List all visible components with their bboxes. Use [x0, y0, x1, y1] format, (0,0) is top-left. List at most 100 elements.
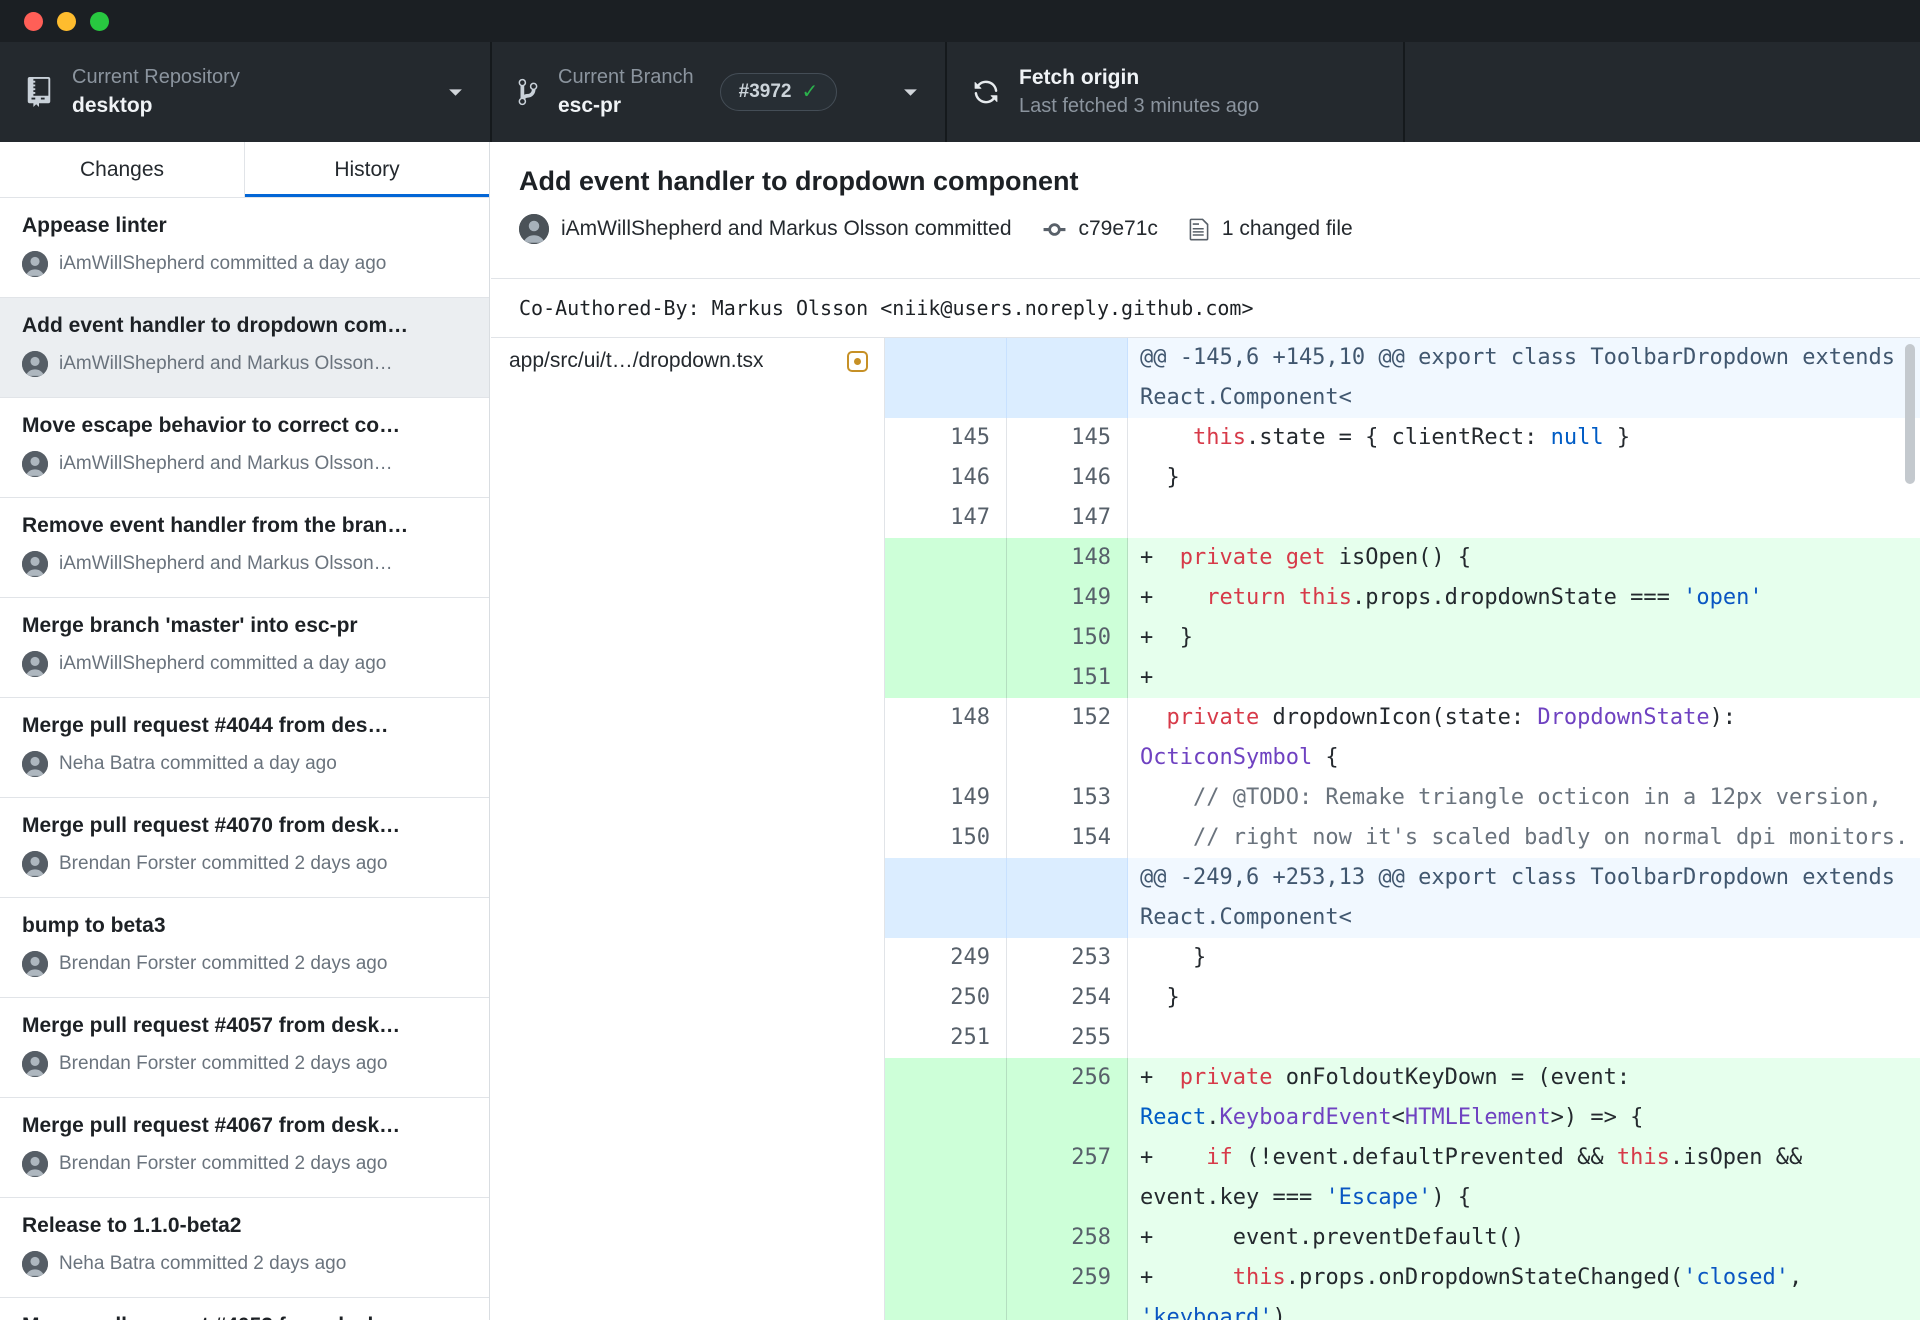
close-window-button[interactable] — [24, 11, 43, 31]
commit-list-item[interactable]: Merge branch 'master' into esc-pr iAmWill… — [0, 598, 489, 698]
diff-gutter-new: 145 — [1007, 418, 1128, 458]
avatar — [22, 251, 48, 277]
commit-description: Co-Authored-By: Markus Olsson <niik@user… — [491, 279, 1920, 338]
tab-history[interactable]: History — [244, 142, 489, 197]
diff-line: 151 + — [885, 658, 1920, 698]
commit-list-item[interactable]: Move escape behavior to correct co… iAmWi… — [0, 398, 489, 498]
fetch-origin-button[interactable]: Fetch origin Last fetched 3 minutes ago — [945, 42, 1405, 142]
diff-code: + — [1128, 658, 1920, 698]
sync-icon — [973, 79, 999, 105]
commit-item-meta: iAmWillShepherd and Markus Olsson… — [22, 451, 467, 477]
tab-changes[interactable]: Changes — [0, 142, 244, 197]
diff-line: 148 152 private dropdownIcon(state: Dropd… — [885, 698, 1920, 778]
diff-gutter-new: 147 — [1007, 498, 1128, 538]
commit-item-title: Merge pull request #4067 from desk… — [22, 1114, 401, 1137]
commit-item-title: bump to beta3 — [22, 914, 166, 937]
diff-code: + private get isOpen() { — [1128, 538, 1920, 578]
diff-line: 250 254 } — [885, 978, 1920, 1018]
commit-item-meta-text: Brendan Forster committed 2 days ago — [59, 953, 388, 974]
avatar — [22, 1051, 48, 1077]
diff-gutter-old: 250 — [885, 978, 1007, 1018]
commit-sha: c79e71c — [1078, 217, 1158, 240]
diff-line: 145 145 this.state = { clientRect: null } — [885, 418, 1920, 458]
repo-icon — [26, 77, 52, 107]
diff-code — [1128, 498, 1920, 538]
traffic-lights — [24, 11, 109, 31]
commit-list-item[interactable]: bump to beta3 Brendan Forster committed 2… — [0, 898, 489, 998]
diff-gutter-new: 253 — [1007, 938, 1128, 978]
commit-title: Add event handler to dropdown component — [519, 166, 1079, 196]
diff-gutter-old — [885, 1258, 1007, 1320]
avatar — [22, 951, 48, 977]
diff-gutter-new: 259 — [1007, 1258, 1128, 1320]
diff-gutter-old: 249 — [885, 938, 1007, 978]
commit-list-item[interactable]: Merge pull request #4070 from desk… Brend… — [0, 798, 489, 898]
tab-bar: Changes History — [0, 142, 489, 198]
avatar — [22, 851, 48, 877]
branch-label: Current Branch — [558, 66, 694, 88]
diff-code: @@ -249,6 +253,13 @@ export class Toolba… — [1128, 858, 1920, 938]
avatar — [22, 551, 48, 577]
diff-gutter-old — [885, 338, 1007, 418]
diff-code: + this.props.onDropdownStateChanged('clo… — [1128, 1258, 1920, 1320]
diff-gutter-new — [1007, 858, 1128, 938]
diff-code: + private onFoldoutKeyDown = (event: Rea… — [1128, 1058, 1920, 1138]
diff-gutter-old: 145 — [885, 418, 1007, 458]
commit-list-item[interactable]: Merge pull request #4044 from des… Neha B… — [0, 698, 489, 798]
avatar — [22, 751, 48, 777]
diff-code: this.state = { clientRect: null } — [1128, 418, 1920, 458]
diff-code: + if (!event.defaultPrevented && this.is… — [1128, 1138, 1920, 1218]
changed-files-count: 1 changed file — [1221, 217, 1353, 240]
repository-label: Current Repository — [72, 66, 240, 88]
commit-item-meta-text: Brendan Forster committed 2 days ago — [59, 1053, 388, 1074]
avatar — [22, 451, 48, 477]
repository-picker-button[interactable]: Current Repository desktop — [0, 42, 490, 142]
diff-code: + event.preventDefault() — [1128, 1218, 1920, 1258]
commit-list-item[interactable]: Add event handler to dropdown com… iAmWil… — [0, 298, 489, 398]
commit-list-item[interactable]: Merge pull request #4067 from desk… Brend… — [0, 1098, 489, 1198]
commit-list-item[interactable]: Release to 1.1.0-beta2 Neha Batra committ… — [0, 1198, 489, 1298]
file-row[interactable]: app/src/ui/t…/dropdown.tsx — [491, 338, 884, 384]
diff-code: // @TODO: Remake triangle octicon in a 1… — [1128, 778, 1920, 818]
diff-gutter-new: 154 — [1007, 818, 1128, 858]
pr-number: #3972 — [738, 81, 792, 102]
diff-line: 147 147 — [885, 498, 1920, 538]
commit-list-item[interactable]: Merge pull request #4057 from desk… Brend… — [0, 998, 489, 1098]
diff-gutter-old — [885, 1058, 1007, 1138]
commit-list: Appease linter iAmWillShepherd committed … — [0, 198, 489, 1320]
commit-item-title: Appease linter — [22, 214, 167, 237]
commit-item-meta-text: iAmWillShepherd and Markus Olsson… — [59, 353, 393, 374]
fetch-title: Fetch origin — [1019, 66, 1140, 89]
diff-rows: @@ -145,6 +145,10 @@ export class Toolba… — [885, 338, 1920, 1320]
diff-hunk-header: @@ -145,6 +145,10 @@ export class Toolba… — [885, 338, 1920, 418]
commit-item-title: Merge pull request #4070 from desk… — [22, 814, 401, 837]
diff-gutter-new: 257 — [1007, 1138, 1128, 1218]
diff-gutter-new: 254 — [1007, 978, 1128, 1018]
diff-gutter-old — [885, 538, 1007, 578]
commit-item-meta-text: iAmWillShepherd and Markus Olsson… — [59, 453, 393, 474]
diff-line: 149 153 // @TODO: Remake triangle octicon… — [885, 778, 1920, 818]
diff-gutter-old: 147 — [885, 498, 1007, 538]
diff-gutter-new: 151 — [1007, 658, 1128, 698]
changed-files-icon — [1188, 217, 1210, 242]
diff-code: } — [1128, 978, 1920, 1018]
file-panel: app/src/ui/t…/dropdown.tsx — [491, 338, 885, 1320]
pr-number-badge[interactable]: #3972 ✓ — [719, 73, 838, 111]
zoom-window-button[interactable] — [90, 11, 109, 31]
commit-list-item[interactable]: Appease linter iAmWillShepherd committed … — [0, 198, 489, 298]
branch-picker-button[interactable]: Current Branch esc-pr #3972 ✓ — [490, 42, 945, 142]
diff-gutter-new: 256 — [1007, 1058, 1128, 1138]
commit-item-meta: Brendan Forster committed 2 days ago — [22, 851, 467, 877]
minimize-window-button[interactable] — [57, 11, 76, 31]
commit-list-item[interactable]: Remove event handler from the bran… iAmWi… — [0, 498, 489, 598]
diff-code: private dropdownIcon(state: DropdownStat… — [1128, 698, 1920, 778]
commit-list-item[interactable]: Merge pull request #4053 from desk…Neha … — [0, 1298, 489, 1320]
commit-item-meta-text: Neha Batra committed 2 days ago — [59, 1253, 347, 1274]
commit-item-title: Merge branch 'master' into esc-pr — [22, 614, 358, 637]
diff-code: + return this.props.dropdownState === 'o… — [1128, 578, 1920, 618]
commit-item-meta: Neha Batra committed 2 days ago — [22, 1251, 467, 1277]
commit-item-meta-text: Neha Batra committed a day ago — [59, 753, 337, 774]
commit-item-title: Remove event handler from the bran… — [22, 514, 409, 537]
commit-item-meta-text: iAmWillShepherd committed a day ago — [59, 653, 387, 674]
diff-scrollbar[interactable] — [1905, 344, 1915, 484]
